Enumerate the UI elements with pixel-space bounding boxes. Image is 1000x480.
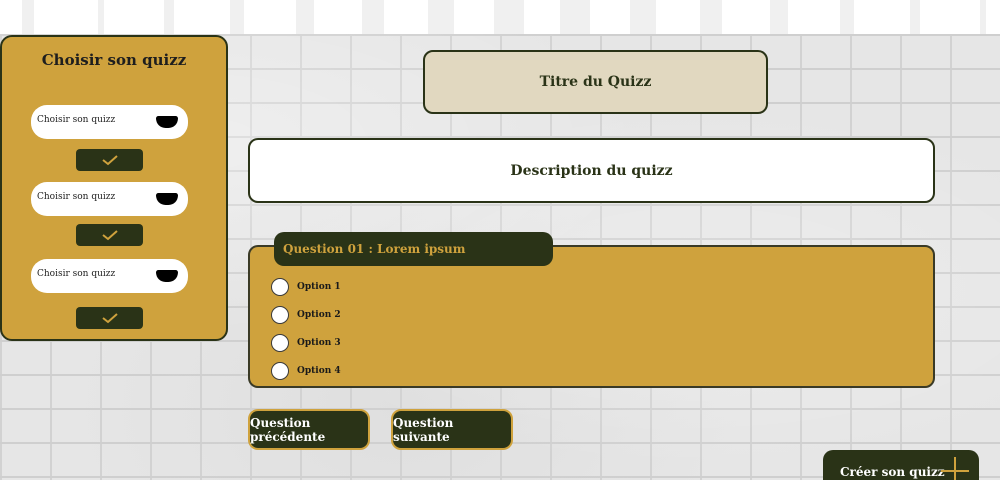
previous-question-button[interactable]: Question précédente [248,409,370,450]
crenellation-border [0,0,1000,34]
chevron-down-icon [156,270,178,282]
radio-button[interactable] [271,278,289,296]
next-question-button[interactable]: Question suivante [391,409,513,450]
quiz-description-field[interactable]: Description du quizz [248,138,935,203]
option-label: Option 4 [297,366,341,376]
option-label: Option 1 [297,282,341,292]
create-quiz-label: Créer son quizz [840,465,945,479]
radio-button[interactable] [271,334,289,352]
select-value: Choisir son quizz [37,192,116,202]
quiz-select-1[interactable]: Choisir son quizz [31,105,188,139]
question-card [248,245,935,388]
validate-button-2[interactable] [76,224,143,246]
select-value: Choisir son quizz [37,115,116,125]
radio-button[interactable] [271,306,289,324]
create-quiz-button[interactable]: Créer son quizz [823,450,979,480]
chevron-down-icon [156,116,178,128]
select-value: Choisir son quizz [37,269,116,279]
quiz-title-field[interactable]: Titre du Quizz [423,50,768,114]
option-label: Option 3 [297,338,341,348]
answer-option-1[interactable]: Option 1 [271,277,341,297]
validate-button-1[interactable] [76,149,143,171]
quiz-selector-panel: Choisir son quizz Choisir son quizz Choi… [0,35,228,341]
checkmark-icon [101,313,118,324]
panel-title: Choisir son quizz [41,51,187,69]
validate-button-3[interactable] [76,307,143,329]
quiz-select-3[interactable]: Choisir son quizz [31,259,188,293]
checkmark-icon [101,155,118,166]
chevron-down-icon [156,193,178,205]
answer-option-4[interactable]: Option 4 [271,361,341,381]
answer-option-3[interactable]: Option 3 [271,333,341,353]
answer-option-2[interactable]: Option 2 [271,305,341,325]
question-header: Question 01 : Lorem ipsum [274,232,553,266]
radio-button[interactable] [271,362,289,380]
checkmark-icon [101,230,118,241]
option-label: Option 2 [297,310,341,320]
quiz-select-2[interactable]: Choisir son quizz [31,182,188,216]
plus-icon [941,457,969,480]
